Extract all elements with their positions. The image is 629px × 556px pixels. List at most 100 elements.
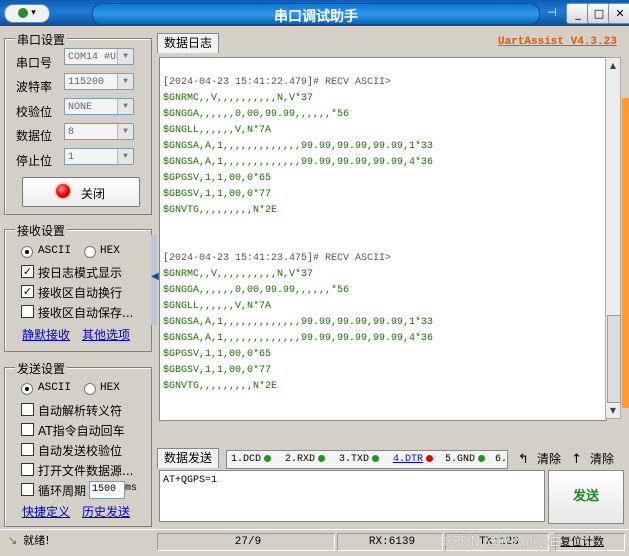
status-count: 27/9 <box>157 533 335 551</box>
loop-checkbox[interactable] <box>21 483 34 496</box>
baud-label: 波特率 <box>16 80 53 94</box>
undo-arrow-icon: ↰ <box>518 451 529 467</box>
databits-value: 8 <box>68 127 75 138</box>
auto-newline-checkbox[interactable]: ✓ <box>21 285 34 298</box>
chevron-down-icon: ▼ <box>117 124 133 139</box>
log-line: $GPGSV,1,1,00,0*65 <box>163 349 272 360</box>
signal-label: 3.TXD <box>339 454 370 465</box>
signal-6: 6. <box>495 454 507 465</box>
auto-escape-label: 自动解析转义符 <box>38 404 123 418</box>
scroll-up-icon[interactable]: ▲ <box>606 58 620 73</box>
log-line: $GNRMC,,V,,,,,,,,,,N,V*37 <box>163 93 314 104</box>
rx-ascii-radio[interactable] <box>21 246 33 258</box>
close-port-button[interactable]: 关闭 <box>22 177 140 207</box>
open-file-label: 打开文件数据源... <box>38 464 134 478</box>
log-line: $GNRMC,,V,,,,,,,,,,N,V*37 <box>163 269 314 280</box>
clear-receive-button[interactable]: ↰ 清除 <box>518 450 561 468</box>
tx-ascii-label: ASCII <box>38 382 72 394</box>
signal-rxd: 2.RXD <box>285 454 326 465</box>
shortcut-define-link[interactable]: 快捷定义 <box>22 503 70 520</box>
other-options-link[interactable]: 其他选项 <box>82 326 130 343</box>
status-arrow-icon: ↘ <box>8 534 18 547</box>
signal-dtr[interactable]: 4.DTR <box>393 454 434 465</box>
signal-label: 6. <box>495 454 508 465</box>
panel-collapse-handle[interactable]: ◀ <box>151 235 159 325</box>
scroll-down-icon[interactable]: ▼ <box>606 403 620 418</box>
tx-ascii-radio[interactable] <box>21 383 33 395</box>
log-line: $GNGSA,A,1,,,,,,,,,,,,,99.99,99.99,99.99… <box>163 157 434 168</box>
port-select[interactable]: COM14 #US ▼ <box>64 48 134 65</box>
system-menu-button[interactable]: ▾ <box>4 4 50 23</box>
send-history-link[interactable]: 历史发送 <box>82 503 130 520</box>
clear-receive-label: 清除 <box>537 452 562 466</box>
open-file-checkbox[interactable] <box>21 463 34 476</box>
auto-save-label: 接收区自动保存... <box>38 306 134 320</box>
signal-label: 1.DCD <box>231 454 262 465</box>
auto-checksum-label: 自动发送校验位 <box>38 444 123 458</box>
at-enter-label: AT指令自动回车 <box>38 424 125 438</box>
watermark: CSDN @嵌入式小白 <box>443 535 563 550</box>
led-icon <box>318 454 326 462</box>
send-settings-title: 发送设置 <box>15 360 68 377</box>
stopbits-select[interactable]: 1 ▼ <box>64 148 134 165</box>
auto-escape-checkbox[interactable] <box>21 403 34 416</box>
led-icon <box>372 454 380 462</box>
signal-txd: 3.TXD <box>339 454 380 465</box>
clear-send-label: 清除 <box>590 452 615 466</box>
send-button[interactable]: 发送 <box>548 470 624 524</box>
pin-icon[interactable]: ⊣ <box>543 3 561 22</box>
auto-newline-label: 接收区自动换行 <box>38 286 123 300</box>
log-line: $GNGLL,,,,,,V,N*7A <box>163 125 272 136</box>
close-port-label: 关闭 <box>81 187 106 201</box>
parity-select[interactable]: NONE ▼ <box>64 98 134 115</box>
receive-settings-title: 接收设置 <box>15 222 68 239</box>
databits-label: 数据位 <box>16 129 53 143</box>
signal-bar: 1.DCD 2.RXD 3.TXD 4.DTR 5.GND 6. <box>226 450 508 469</box>
baud-select[interactable]: 115200 ▼ <box>64 73 134 90</box>
loop-period-input[interactable]: 1500 <box>89 481 125 499</box>
databits-select[interactable]: 8 ▼ <box>64 123 134 140</box>
log-line: $GPGSV,1,1,00,0*65 <box>163 173 272 184</box>
at-enter-checkbox[interactable] <box>21 423 34 436</box>
receive-log[interactable]: [2024-04-23 15:41:22.479]# RECV ASCII> $… <box>159 57 607 421</box>
rx-hex-radio[interactable] <box>84 246 96 258</box>
led-icon <box>426 454 434 462</box>
tab-data-log[interactable]: 数据日志 <box>157 33 220 53</box>
title-bar: ▾ 串口调试助手 ⊣ _ □ ✕ <box>0 0 629 26</box>
parity-label: 校验位 <box>16 105 53 119</box>
log-line: $GNGSA,A,1,,,,,,,,,,,,,99.99,99.99,99.99… <box>163 141 434 152</box>
tx-hex-label: HEX <box>100 382 120 394</box>
auto-checksum-checkbox[interactable] <box>21 443 34 456</box>
window-title: 串口调试助手 <box>274 9 358 25</box>
stopbits-value: 1 <box>68 152 75 163</box>
chevron-down-icon: ▼ <box>117 74 133 89</box>
log-line: $GNGGA,,,,,,0,00,99.99,,,,,,*56 <box>163 285 350 296</box>
tx-hex-radio[interactable] <box>84 383 96 395</box>
log-mode-checkbox[interactable]: ✓ <box>21 265 34 278</box>
send-input[interactable]: AT+QGPS=1 <box>159 470 545 522</box>
log-line: $GNGGA,,,,,,0,00,99.99,,,,,,*56 <box>163 109 350 120</box>
red-status-icon <box>56 184 70 198</box>
status-rx: RX:6139 <box>337 533 443 551</box>
signal-label: 5.GND <box>445 454 476 465</box>
scroll-thumb[interactable] <box>607 315 621 403</box>
system-menu-arrow: ▾ <box>31 8 36 18</box>
auto-save-checkbox[interactable] <box>21 305 34 318</box>
tab-data-send[interactable]: 数据发送 <box>157 448 220 468</box>
reset-count-button[interactable]: 复位计数 <box>555 533 625 551</box>
version-link[interactable]: UartAssist V4.3.23 <box>498 36 617 48</box>
status-ready: ↘ 就绪! <box>4 533 154 551</box>
log-line: $GBGSV,1,1,00,0*77 <box>163 365 272 376</box>
silent-receive-link[interactable]: 静默接收 <box>22 326 70 343</box>
loop-unit-label: ms <box>125 483 138 494</box>
led-icon <box>264 454 272 462</box>
clear-send-button[interactable]: ↑ 清除 <box>571 450 614 468</box>
port-value: COM14 #US <box>68 52 123 63</box>
chevron-left-icon: ◀ <box>151 271 159 282</box>
parity-value: NONE <box>68 102 93 113</box>
close-window-button[interactable]: ✕ <box>608 3 629 24</box>
log-line: $GNVTG,,,,,,,,,N*2E <box>163 381 278 392</box>
log-scrollbar[interactable]: ▲ ▼ <box>605 57 621 419</box>
baud-value: 115200 <box>68 77 105 88</box>
app-window: ▾ 串口调试助手 ⊣ _ □ ✕ 串口设置 串口号 COM14 #US ▼ 波特率… <box>0 0 629 556</box>
